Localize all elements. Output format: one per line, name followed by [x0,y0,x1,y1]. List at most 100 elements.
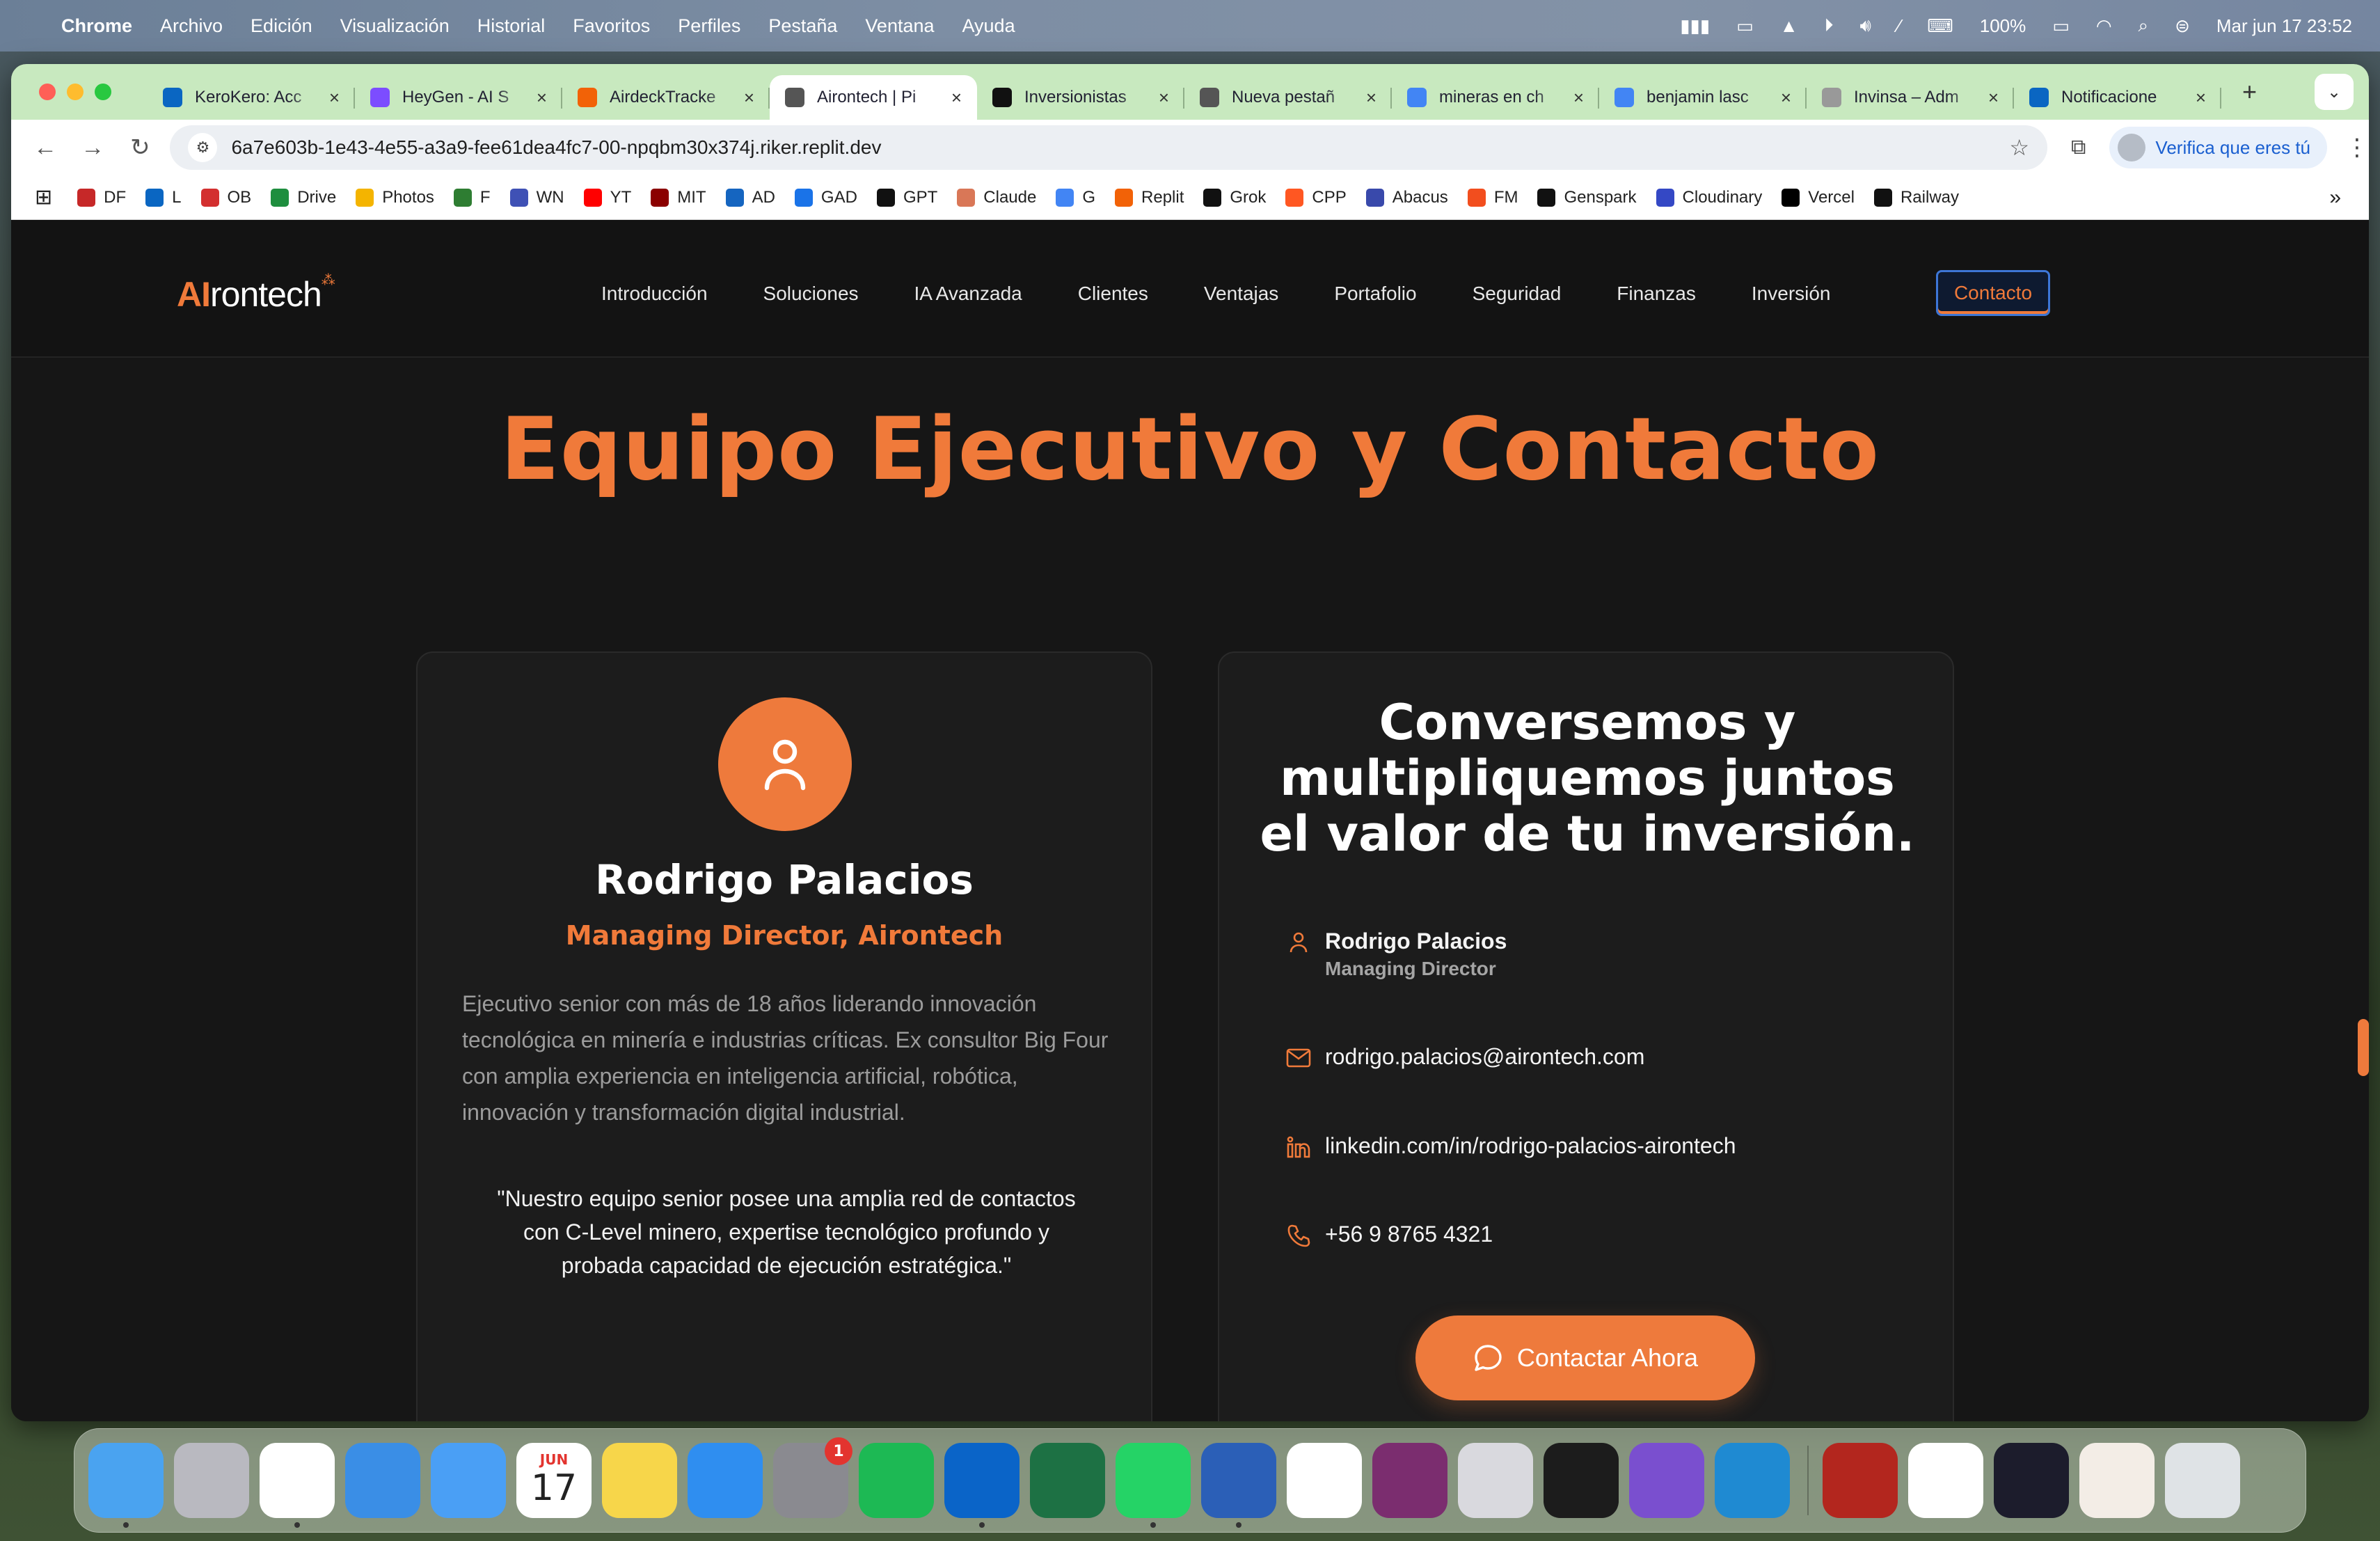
contact-phone-row[interactable]: +56 9 8765 4321 [1283,1220,1493,1251]
bluetooth-off-icon[interactable]: ∕ [1898,15,1901,37]
chrome-menu-icon[interactable]: ⋮ [2345,134,2369,161]
bookmark-item[interactable]: Abacus [1365,188,1448,207]
airontech-logo[interactable]: AIrontech⁂ [177,273,335,315]
bookmark-item[interactable]: L [145,188,182,207]
bookmark-item[interactable]: YT [583,188,631,207]
document-stack-icon[interactable] [2079,1443,2155,1518]
contact-linkedin[interactable]: linkedin.com/in/rodrigo-palacios-aironte… [1325,1132,1736,1160]
bookmark-item[interactable]: Cloudinary [1656,188,1762,207]
launchpad-icon[interactable] [174,1443,249,1518]
trash-icon[interactable] [2165,1443,2240,1518]
whatsapp-icon[interactable] [1116,1443,1191,1528]
browser-tab[interactable]: mineras en ch × [1392,75,1599,120]
menu-perfiles[interactable]: Perfiles [678,15,740,37]
contact-email[interactable]: rodrigo.palacios@airontech.com [1325,1043,1644,1070]
tab-search-chevron-icon[interactable]: ⌄ [2315,74,2354,110]
close-window-button[interactable] [39,84,56,100]
contact-email-row[interactable]: rodrigo.palacios@airontech.com [1283,1043,1644,1073]
bookmark-item[interactable]: Drive [271,188,336,207]
bookmark-item[interactable]: Replit [1115,188,1184,207]
close-tab-icon[interactable]: × [1159,87,1169,109]
mail-icon[interactable] [431,1443,506,1518]
menu-clock[interactable]: Mar jun 17 23:52 [2216,15,2352,37]
bookmark-item[interactable]: GPT [876,188,937,207]
spotlight-search-icon[interactable]: ⌕ [2139,15,2149,37]
nav-portafolio[interactable]: Portafolio [1334,283,1416,305]
browser-tab[interactable]: HeyGen - AI S × [355,75,562,120]
bookmark-item[interactable]: OB [200,188,251,207]
browser-tab[interactable]: KeroKero: Acc × [148,75,355,120]
menu-ayuda[interactable]: Ayuda [962,15,1015,37]
vscode-icon[interactable] [1715,1443,1790,1518]
extensions-puzzle-icon[interactable]: ⧉ [2071,136,2086,159]
drive-sync-icon[interactable]: ▲ [1780,15,1798,37]
nav-inversion[interactable]: Inversión [1752,283,1831,305]
replit-icon[interactable] [1544,1443,1619,1518]
calendar-icon[interactable]: JUN 17 [516,1443,592,1518]
nav-ventajas[interactable]: Ventajas [1204,283,1278,305]
url-text[interactable]: 6a7e603b-1e43-4e55-a3a9-fee61dea4fc7-00-… [231,136,881,159]
close-tab-icon[interactable]: × [1366,87,1377,109]
nav-clientes[interactable]: Clientes [1078,283,1148,305]
bookmark-item[interactable]: F [453,188,491,207]
page-scrollbar-thumb[interactable] [2358,1019,2369,1076]
system-settings-icon[interactable]: 1 [773,1437,852,1518]
battery-icon[interactable]: ▭ [2052,15,2070,37]
close-tab-icon[interactable]: × [329,87,340,109]
menu-ventana[interactable]: Ventana [865,15,934,37]
menu-historial[interactable]: Historial [477,15,546,37]
webex-icon[interactable] [1994,1443,2069,1518]
browser-tab[interactable]: benjamin lasc × [1599,75,1807,120]
browser-tab[interactable]: AirdeckTracke × [562,75,770,120]
audio-waveform-icon[interactable]: ▮▮▮ [1680,15,1710,37]
zoom-window-button[interactable] [95,84,111,100]
bookmark-item[interactable]: Railway [1873,188,1959,207]
bookmark-item[interactable]: Claude [957,188,1036,207]
minimize-window-button[interactable] [67,84,84,100]
menu-app-name[interactable]: Chrome [61,15,132,37]
bookmark-item[interactable]: GAD [794,188,857,207]
browser-tab[interactable]: Airontech | Pi × [770,75,977,120]
site-info-icon[interactable]: ⚙ [188,133,218,162]
close-tab-icon[interactable]: × [1988,87,1999,109]
browser-tab[interactable]: Notificacione × [2014,75,2221,120]
word-icon[interactable] [1201,1443,1276,1528]
new-tab-button[interactable]: + [2242,77,2257,106]
menu-favoritos[interactable]: Favoritos [573,15,650,37]
browser-tab[interactable]: Invinsa – Adm × [1807,75,2014,120]
address-bar[interactable]: ⚙ 6a7e603b-1e43-4e55-a3a9-fee61dea4fc7-0… [170,125,2047,170]
screen-share-icon[interactable]: ▭ [1736,15,1754,37]
iphone-mirroring-icon[interactable] [1458,1443,1533,1518]
bookmark-item[interactable]: CPP [1285,188,1347,207]
github-desktop-icon[interactable] [1629,1443,1704,1518]
contact-phone[interactable]: +56 9 8765 4321 [1325,1220,1493,1248]
menu-archivo[interactable]: Archivo [160,15,223,37]
bookmark-item[interactable]: G [1056,188,1095,207]
bookmark-item[interactable]: Grok [1203,188,1266,207]
browser-tab[interactable]: Inversionistas × [977,75,1184,120]
acrobat-icon[interactable] [1823,1443,1898,1518]
play-circle-icon[interactable]: ⏵ [1824,15,1833,37]
bookmark-star-icon[interactable]: ☆ [2009,134,2029,161]
wifi-icon[interactable]: ◠ [2096,15,2112,37]
spotify-icon[interactable] [859,1443,934,1518]
nav-contacto-active[interactable]: Contacto [1936,270,2050,316]
close-tab-icon[interactable]: × [1573,87,1584,109]
chrome-icon[interactable] [260,1443,335,1528]
bookmark-item[interactable]: WN [509,188,564,207]
screen-recorder-icon[interactable] [1372,1443,1447,1518]
bookmark-item[interactable]: Vercel [1782,188,1855,207]
menu-visualizacion[interactable]: Visualización [340,15,450,37]
battery-percent[interactable]: 100% [1980,15,2026,37]
nav-ia-avanzada[interactable]: IA Avanzada [914,283,1022,305]
bookmarks-overflow-icon[interactable]: » [2329,186,2341,210]
bookmark-item[interactable]: DF [77,188,126,207]
bookmark-item[interactable]: AD [725,188,775,207]
bookmark-item[interactable]: MIT [651,188,706,207]
volume-icon[interactable]: 🔊︎ [1859,15,1871,37]
bookmark-item[interactable]: Genspark [1537,188,1637,207]
profile-verify-button[interactable]: Verifica que eres tú [2109,127,2327,168]
outlook-icon[interactable] [944,1443,1020,1528]
close-tab-icon[interactable]: × [744,87,754,109]
menu-pestana[interactable]: Pestaña [768,15,837,37]
